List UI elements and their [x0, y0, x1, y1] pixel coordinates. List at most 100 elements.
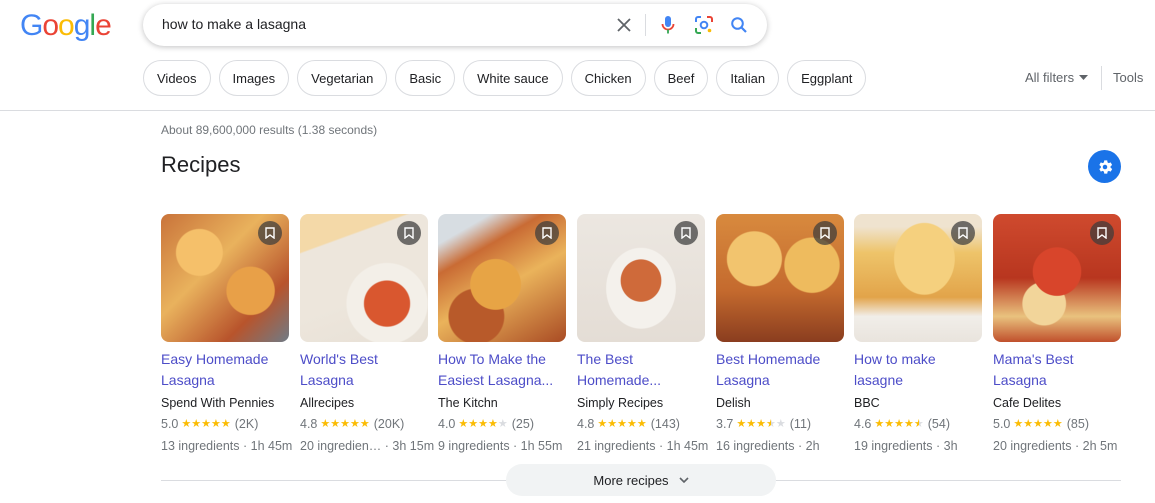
- recipe-image[interactable]: [161, 214, 289, 342]
- recipe-rating: 4.8 ★ ★ ★ ★ ★ (143): [577, 416, 705, 433]
- bookmark-icon[interactable]: [258, 221, 282, 245]
- star-icon: ★: [775, 418, 786, 430]
- star-rating-icon: ★ ★ ★ ★ ★: [181, 416, 230, 433]
- recipe-meta: 9 ingredients · 1h 55m: [438, 439, 563, 453]
- chip-italian[interactable]: Italian: [716, 60, 780, 96]
- bookmark-icon[interactable]: [535, 221, 559, 245]
- chip-images[interactable]: Images: [218, 60, 290, 96]
- star-icon: ★: [1033, 418, 1044, 430]
- more-recipes-button[interactable]: More recipes: [506, 464, 776, 496]
- recipe-source: The Kitchn: [438, 396, 498, 410]
- chip-eggplant[interactable]: Eggplant: [787, 60, 867, 96]
- recipe-card[interactable]: Best Homemade Lasagna Delish 3.7 ★ ★ ★ ★ ★ (…: [716, 214, 844, 455]
- chip-chicken[interactable]: Chicken: [570, 60, 646, 96]
- recipe-title[interactable]: World's Best Lasagna: [300, 349, 428, 391]
- result-stats: About 89,600,000 results (1.38 seconds): [161, 123, 378, 137]
- bookmark-icon[interactable]: [397, 221, 421, 245]
- search-icon[interactable]: [728, 14, 750, 36]
- tools-divider: [1101, 66, 1102, 90]
- star-icon: ★: [1043, 418, 1053, 430]
- recipe-source: Cafe Delites: [993, 396, 1062, 410]
- star-icon: ★: [894, 418, 905, 430]
- star-icon: ★: [904, 418, 914, 430]
- search-input[interactable]: how to make a lasagna: [162, 16, 306, 32]
- bookmark-icon[interactable]: [951, 221, 975, 245]
- recipe-meta: 20 ingredients · 2h 5m: [993, 439, 1118, 453]
- rating-value: 4.8: [300, 417, 318, 431]
- rating-value: 4.6: [854, 417, 872, 431]
- recipe-image[interactable]: [854, 214, 982, 342]
- recipe-card[interactable]: Easy Homemade Lasagna Spend With Pennies…: [161, 214, 292, 455]
- recipe-card[interactable]: How to make lasagne BBC 4.6 ★ ★ ★ ★ ★ (54) 1…: [854, 214, 982, 455]
- star-icon: ★: [340, 418, 351, 430]
- star-icon: ★: [766, 416, 776, 433]
- recipe-image[interactable]: [577, 214, 705, 342]
- all-filters-button[interactable]: All filters: [1025, 70, 1089, 85]
- recipe-meta: 19 ingredients · 3h: [854, 439, 958, 453]
- chip-vegetarian[interactable]: Vegetarian: [297, 60, 388, 96]
- recipe-rating: 5.0 ★ ★ ★ ★ ★ (85): [993, 416, 1121, 433]
- recipe-source: Spend With Pennies: [161, 396, 275, 410]
- all-filters-label: All filters: [1025, 70, 1075, 85]
- bookmark-icon[interactable]: [674, 221, 698, 245]
- recipe-title[interactable]: Best Homemade Lasagna: [716, 349, 844, 391]
- star-icon: ★: [488, 418, 498, 430]
- star-icon: ★: [330, 418, 341, 430]
- logo-letter: o: [58, 9, 75, 42]
- recipe-image[interactable]: [300, 214, 428, 342]
- gear-icon: [1098, 159, 1112, 174]
- recipe-image[interactable]: [716, 214, 844, 342]
- microphone-icon[interactable]: [657, 14, 679, 36]
- recipe-source: Allrecipes: [300, 396, 355, 410]
- filter-chips: Videos Images Vegetarian Basic White sau…: [143, 60, 867, 96]
- star-rating-icon: ★ ★ ★ ★ ★: [458, 416, 507, 433]
- recipe-rating: 4.6 ★ ★ ★ ★ ★ (54): [854, 416, 982, 433]
- chip-beef[interactable]: Beef: [653, 60, 709, 96]
- bookmark-icon[interactable]: [1090, 221, 1114, 245]
- recipe-title[interactable]: Mama's Best Lasagna: [993, 349, 1121, 391]
- recipe-rating: 4.0 ★ ★ ★ ★ ★ (25): [438, 416, 566, 433]
- review-count: (54): [927, 417, 950, 431]
- review-count: (143): [650, 417, 680, 431]
- close-icon[interactable]: [613, 14, 635, 36]
- star-icon: ★: [359, 418, 370, 430]
- recipe-image[interactable]: [993, 214, 1121, 342]
- lens-icon[interactable]: [693, 14, 715, 36]
- recipe-rating: 3.7 ★ ★ ★ ★ ★ (11): [716, 416, 844, 433]
- recipe-card[interactable]: The Best Homemade... Simply Recipes 4.8 …: [577, 214, 708, 455]
- review-count: (25): [511, 417, 534, 431]
- bookmark-icon[interactable]: [813, 221, 837, 245]
- star-icon: ★: [350, 418, 360, 430]
- star-icon: ★: [636, 418, 647, 430]
- rating-value: 5.0: [993, 417, 1011, 431]
- recipe-title[interactable]: Easy Homemade Lasagna: [161, 349, 289, 391]
- recipe-card[interactable]: Mama's Best Lasagna Cafe Delites 5.0 ★ ★ ★…: [993, 214, 1121, 455]
- recipe-title[interactable]: How to make lasagne: [854, 349, 982, 391]
- caret-down-icon: [1079, 74, 1089, 80]
- recipe-card[interactable]: How To Make the Easiest Lasagna... The K…: [438, 214, 566, 455]
- star-icon: ★: [191, 418, 202, 430]
- star-rating-icon: ★ ★ ★ ★ ★: [874, 416, 923, 433]
- chevron-down-icon: [678, 477, 689, 483]
- chip-basic[interactable]: Basic: [395, 60, 456, 96]
- star-rating-icon: ★ ★ ★ ★ ★: [736, 416, 785, 433]
- star-rating-icon: ★ ★ ★ ★ ★: [320, 416, 369, 433]
- settings-button[interactable]: [1088, 150, 1121, 183]
- star-rating-icon: ★ ★ ★ ★ ★: [1013, 416, 1062, 433]
- recipe-meta: 20 ingredien… · 3h 15m: [300, 439, 435, 453]
- recipe-meta: 21 ingredients · 1h 45m: [577, 439, 709, 453]
- recipe-card[interactable]: World's Best Lasagna Allrecipes 4.8 ★ ★ ★ ★…: [300, 214, 434, 455]
- tools-button[interactable]: Tools: [1113, 70, 1143, 85]
- recipe-image[interactable]: [438, 214, 566, 342]
- recipe-title[interactable]: The Best Homemade...: [577, 349, 705, 391]
- header-divider: [0, 110, 1155, 111]
- recipe-title[interactable]: How To Make the Easiest Lasagna...: [438, 349, 566, 391]
- rating-value: 3.7: [716, 417, 734, 431]
- search-box[interactable]: how to make a lasagna: [143, 4, 767, 46]
- star-rating-icon: ★ ★ ★ ★ ★: [597, 416, 646, 433]
- google-logo[interactable]: G o o g l e: [20, 9, 112, 43]
- star-icon: ★: [468, 418, 479, 430]
- chip-videos[interactable]: Videos: [143, 60, 211, 96]
- chip-white-sauce[interactable]: White sauce: [463, 60, 563, 96]
- rating-value: 4.0: [438, 417, 456, 431]
